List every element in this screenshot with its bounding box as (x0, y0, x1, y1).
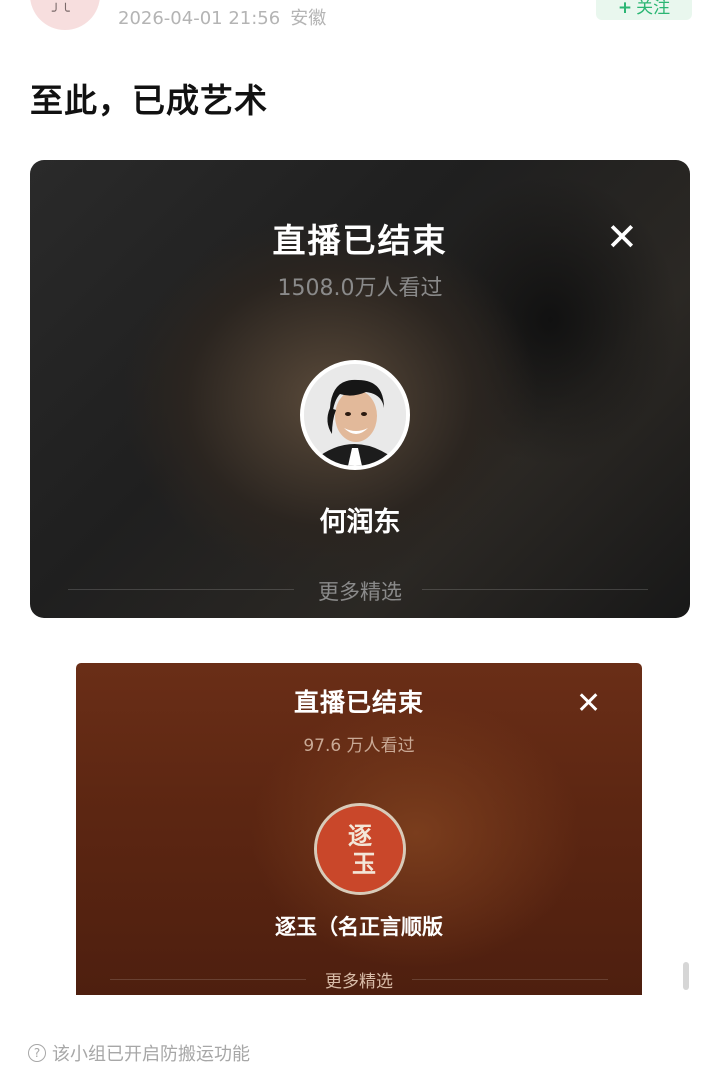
close-icon[interactable]: ✕ (606, 218, 638, 256)
streamer-name: 何润东 (319, 507, 401, 538)
live-ended-title: 直播已结束 (272, 221, 448, 260)
post-meta: 2026-04-01 21:56 安徽 (118, 4, 326, 30)
streamer-avatar[interactable] (300, 360, 410, 470)
avatar-face-icon: ╯╰ (52, 4, 71, 20)
viewer-count: 1508.0万人看过 (277, 276, 443, 301)
channel-logo[interactable]: 逐 玉 (314, 803, 406, 895)
calligraphy-logo-icon: 逐 玉 (317, 806, 403, 892)
logo-char-1: 逐 (348, 821, 372, 850)
more-picks-link[interactable]: 更多精选 (30, 576, 690, 606)
post-location: 安徽 (290, 8, 327, 29)
post-title: 至此，已成艺术 (30, 81, 268, 120)
more-picks-link[interactable]: 更多精选 (76, 967, 642, 992)
live-ended-card-2: 直播已结束 97.6 万人看过 ✕ 逐 玉 逐玉（名正言顺版 更多精选 (76, 663, 642, 995)
follow-button[interactable]: + 关注 (596, 0, 692, 20)
post-page: ╯╰ 2026-04-01 21:56 安徽 + 关注 至此，已成艺术 直播已结束… (0, 0, 718, 1080)
follow-label: 关注 (636, 0, 671, 18)
anti-repost-notice: ? 该小组已开启防搬运功能 (28, 1040, 250, 1066)
close-icon[interactable]: ✕ (576, 689, 601, 719)
viewer-count: 97.6 万人看过 (303, 736, 415, 756)
author-avatar[interactable]: ╯╰ (30, 0, 100, 30)
post-timestamp: 2026-04-01 21:56 (118, 8, 281, 29)
scroll-indicator[interactable] (683, 962, 689, 990)
channel-name: 逐玉（名正言顺版 (275, 915, 443, 939)
plus-icon: + (617, 0, 633, 18)
person-photo-icon (304, 364, 406, 466)
live-ended-title: 直播已结束 (293, 688, 424, 717)
question-circle-icon[interactable]: ? (28, 1044, 46, 1062)
logo-char-2: 玉 (352, 849, 376, 878)
live-ended-card-1: 直播已结束 1508.0万人看过 ✕ 何润东 更多精选 (30, 160, 690, 618)
notice-text: 该小组已开启防搬运功能 (52, 1044, 250, 1065)
